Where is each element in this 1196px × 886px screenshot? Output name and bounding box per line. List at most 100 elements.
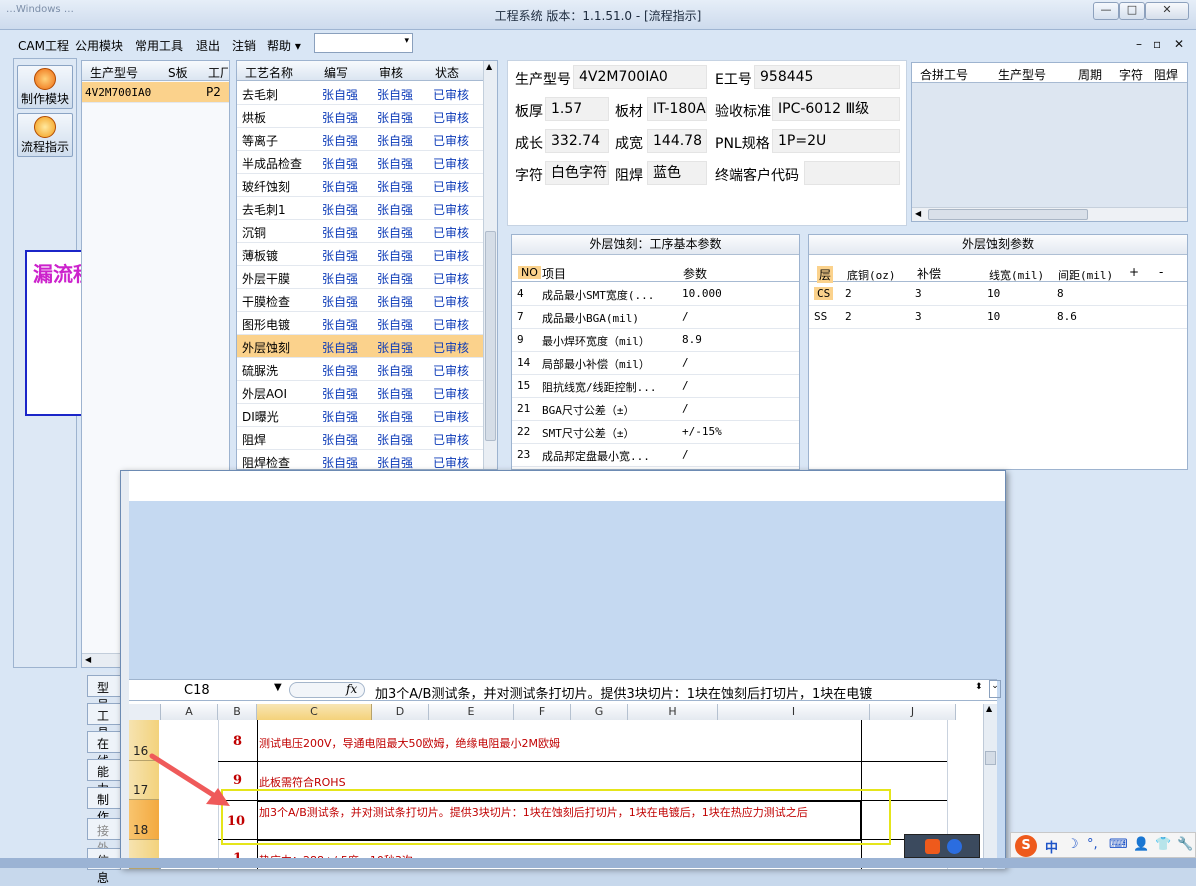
process-row[interactable]: 外层蚀刻 张自强 张自强 已审核 bbox=[237, 335, 483, 358]
mdi-minimize-button[interactable]: – bbox=[1136, 37, 1142, 51]
tab-external[interactable]: 接外 bbox=[87, 818, 121, 855]
settings-icon[interactable]: 🔧 bbox=[1177, 837, 1193, 852]
process-row[interactable]: 薄板镀 张自强 张自强 已审核 bbox=[237, 243, 483, 266]
process-row[interactable]: 干膜检查 张自强 张自强 已审核 bbox=[237, 289, 483, 312]
help-icon[interactable] bbox=[947, 839, 962, 854]
column-header[interactable]: H bbox=[628, 704, 718, 720]
process-row[interactable]: DI曝光 张自强 张自强 已审核 bbox=[237, 404, 483, 427]
column-header[interactable]: F bbox=[514, 704, 571, 720]
cell-text[interactable]: 此板需符合ROHS bbox=[259, 774, 346, 790]
pnl-field[interactable]: 1P=2U bbox=[772, 129, 900, 153]
process-row[interactable]: 阻焊 张自强 张自强 已审核 bbox=[237, 427, 483, 450]
keyboard-icon[interactable]: ⌨ bbox=[1109, 837, 1128, 852]
formula-input[interactable]: 加3个A/B测试条，并对测试条打切片。提供3块切片：1块在蚀刻后打切片，1块在电… bbox=[375, 683, 967, 702]
cell-text[interactable]: 测试电压200V，导通电阻最大50欧姆，绝缘电阻最小2M欧姆 bbox=[259, 735, 560, 751]
menu-help[interactable]: 帮助 ▾ bbox=[267, 37, 301, 54]
etch-basic-row[interactable]: 15 阻抗线宽/线距控制... / bbox=[512, 375, 799, 398]
e-no-field[interactable]: 958445 bbox=[754, 65, 900, 89]
menu-common-module[interactable]: 公用模块 bbox=[75, 37, 123, 54]
cell-no[interactable]: 8 bbox=[233, 734, 242, 749]
chinese-mode-button[interactable]: 中 bbox=[1045, 837, 1058, 856]
mdi-restore-button[interactable]: ▫ bbox=[1153, 37, 1161, 51]
column-header[interactable]: D bbox=[372, 704, 429, 720]
make-module-button[interactable]: 制作模块 bbox=[17, 65, 73, 109]
merge-table-scrollbar[interactable]: ◀ bbox=[912, 207, 1187, 221]
fx-icon[interactable]: fx bbox=[346, 682, 357, 696]
selected-cell[interactable] bbox=[257, 801, 861, 841]
sheet-scrollbar[interactable]: ▲ bbox=[983, 704, 997, 869]
add-layer-button[interactable]: + bbox=[1129, 265, 1139, 279]
name-box[interactable]: C18 bbox=[184, 683, 210, 698]
process-row[interactable]: 烘板 张自强 张自强 已审核 bbox=[237, 105, 483, 128]
process-row[interactable]: 沉铜 张自强 张自强 已审核 bbox=[237, 220, 483, 243]
etch-params-row[interactable]: CS 2 3 10 8 bbox=[809, 283, 1187, 306]
column-header[interactable]: G bbox=[571, 704, 628, 720]
close-button[interactable]: ✕ bbox=[1145, 2, 1189, 20]
customer-code-field[interactable] bbox=[804, 161, 900, 185]
minimize-button[interactable]: — bbox=[1093, 2, 1119, 20]
process-row[interactable]: 去毛刺 张自强 张自强 已审核 bbox=[237, 82, 483, 105]
maximize-button[interactable]: □ bbox=[1119, 2, 1145, 20]
etch-basic-row[interactable]: 22 SMT尺寸公差（±） +/-15% bbox=[512, 421, 799, 444]
menu-logout[interactable]: 注销 bbox=[232, 37, 256, 54]
column-header[interactable]: I bbox=[718, 704, 870, 720]
material-field[interactable]: IT-180A bbox=[647, 97, 707, 121]
process-row[interactable]: 图形电镀 张自强 张自强 已审核 bbox=[237, 312, 483, 335]
menu-tools[interactable]: 常用工具 bbox=[135, 37, 183, 54]
column-header[interactable]: A bbox=[161, 704, 218, 720]
process-row[interactable]: 硫脲洗 张自强 张自强 已审核 bbox=[237, 358, 483, 381]
process-row[interactable]: 等离子 张自强 张自强 已审核 bbox=[237, 128, 483, 151]
menu-cam[interactable]: CAM工程 bbox=[18, 37, 69, 54]
width-field[interactable]: 144.78 bbox=[647, 129, 707, 153]
etch-basic-row[interactable]: 9 最小焊环宽度（mil） 8.9 bbox=[512, 329, 799, 352]
etch-basic-row[interactable]: 21 BGA尺寸公差（±） / bbox=[512, 398, 799, 421]
skin-icon[interactable]: 👕 bbox=[1155, 837, 1171, 852]
select-all-corner[interactable] bbox=[129, 704, 161, 720]
sogou-icon[interactable] bbox=[925, 839, 940, 854]
tab-tools[interactable]: 工具 bbox=[87, 703, 121, 740]
etch-basic-row[interactable]: 7 成品最小BGA(mil) / bbox=[512, 306, 799, 329]
process-row[interactable]: 外层AOI 张自强 张自强 已审核 bbox=[237, 381, 483, 404]
scroll-up-icon[interactable]: ▲ bbox=[986, 704, 992, 713]
etch-params-row[interactable]: SS 2 3 10 8.6 bbox=[809, 306, 1187, 329]
menu-combo[interactable]: ▾ bbox=[314, 33, 413, 53]
column-header[interactable]: C bbox=[257, 704, 372, 720]
menu-exit[interactable]: 退出 bbox=[196, 37, 220, 54]
thickness-field[interactable]: 1.57 bbox=[545, 97, 609, 121]
sogou-icon[interactable]: S bbox=[1015, 835, 1037, 857]
flow-guide-button[interactable]: 流程指示 bbox=[17, 113, 73, 157]
scroll-thumb[interactable] bbox=[485, 231, 496, 441]
column-header[interactable]: B bbox=[218, 704, 257, 720]
scroll-thumb[interactable] bbox=[928, 209, 1088, 220]
standard-field[interactable]: IPC-6012 Ⅲ级 bbox=[772, 97, 900, 121]
punctuation-icon[interactable]: °, bbox=[1087, 837, 1098, 852]
mdi-close-button[interactable]: ✕ bbox=[1174, 37, 1184, 51]
process-row[interactable]: 外层干膜 张自强 张自强 已审核 bbox=[237, 266, 483, 289]
tab-online[interactable]: 在线 bbox=[87, 731, 121, 768]
process-row[interactable]: 玻纤蚀刻 张自强 张自强 已审核 bbox=[237, 174, 483, 197]
etch-basic-row[interactable]: 23 成品邦定盘最小宽... / bbox=[512, 444, 799, 467]
prod-model-field[interactable]: 4V2M700IA0 bbox=[573, 65, 707, 89]
tab-capability[interactable]: 能力 bbox=[87, 759, 121, 796]
process-row[interactable]: 去毛刺1 张自强 张自强 已审核 bbox=[237, 197, 483, 220]
moon-icon[interactable]: ☽ bbox=[1067, 837, 1079, 852]
mask-field[interactable]: 蓝色 bbox=[647, 161, 707, 185]
remove-layer-button[interactable]: - bbox=[1159, 265, 1163, 279]
scroll-thumb[interactable] bbox=[985, 751, 996, 765]
scroll-up-icon[interactable]: ▲ bbox=[486, 62, 492, 71]
column-header[interactable]: E bbox=[429, 704, 514, 720]
tab-make[interactable]: 制作 bbox=[87, 787, 121, 824]
chevron-down-icon[interactable]: ▼ bbox=[274, 682, 282, 693]
process-list-scrollbar[interactable]: ▲ bbox=[483, 61, 497, 469]
etch-basic-row[interactable]: 4 成品最小SMT宽度(... 10.000 bbox=[512, 283, 799, 306]
tab-model[interactable]: 型号 bbox=[87, 675, 121, 712]
char-field[interactable]: 白色字符 bbox=[545, 161, 609, 185]
length-field[interactable]: 332.74 bbox=[545, 129, 609, 153]
expand-formula-icon[interactable]: ⌄ bbox=[989, 680, 1001, 698]
formula-scroll-icon[interactable]: ⬍ bbox=[975, 682, 983, 692]
user-icon[interactable]: 👤 bbox=[1133, 837, 1149, 852]
process-row[interactable]: 半成品检查 张自强 张自强 已审核 bbox=[237, 151, 483, 174]
model-row[interactable]: 4V2M700IA0 P2 bbox=[82, 82, 229, 103]
column-header[interactable]: J bbox=[870, 704, 956, 720]
etch-basic-row[interactable]: 14 局部最小补偿（mil） / bbox=[512, 352, 799, 375]
